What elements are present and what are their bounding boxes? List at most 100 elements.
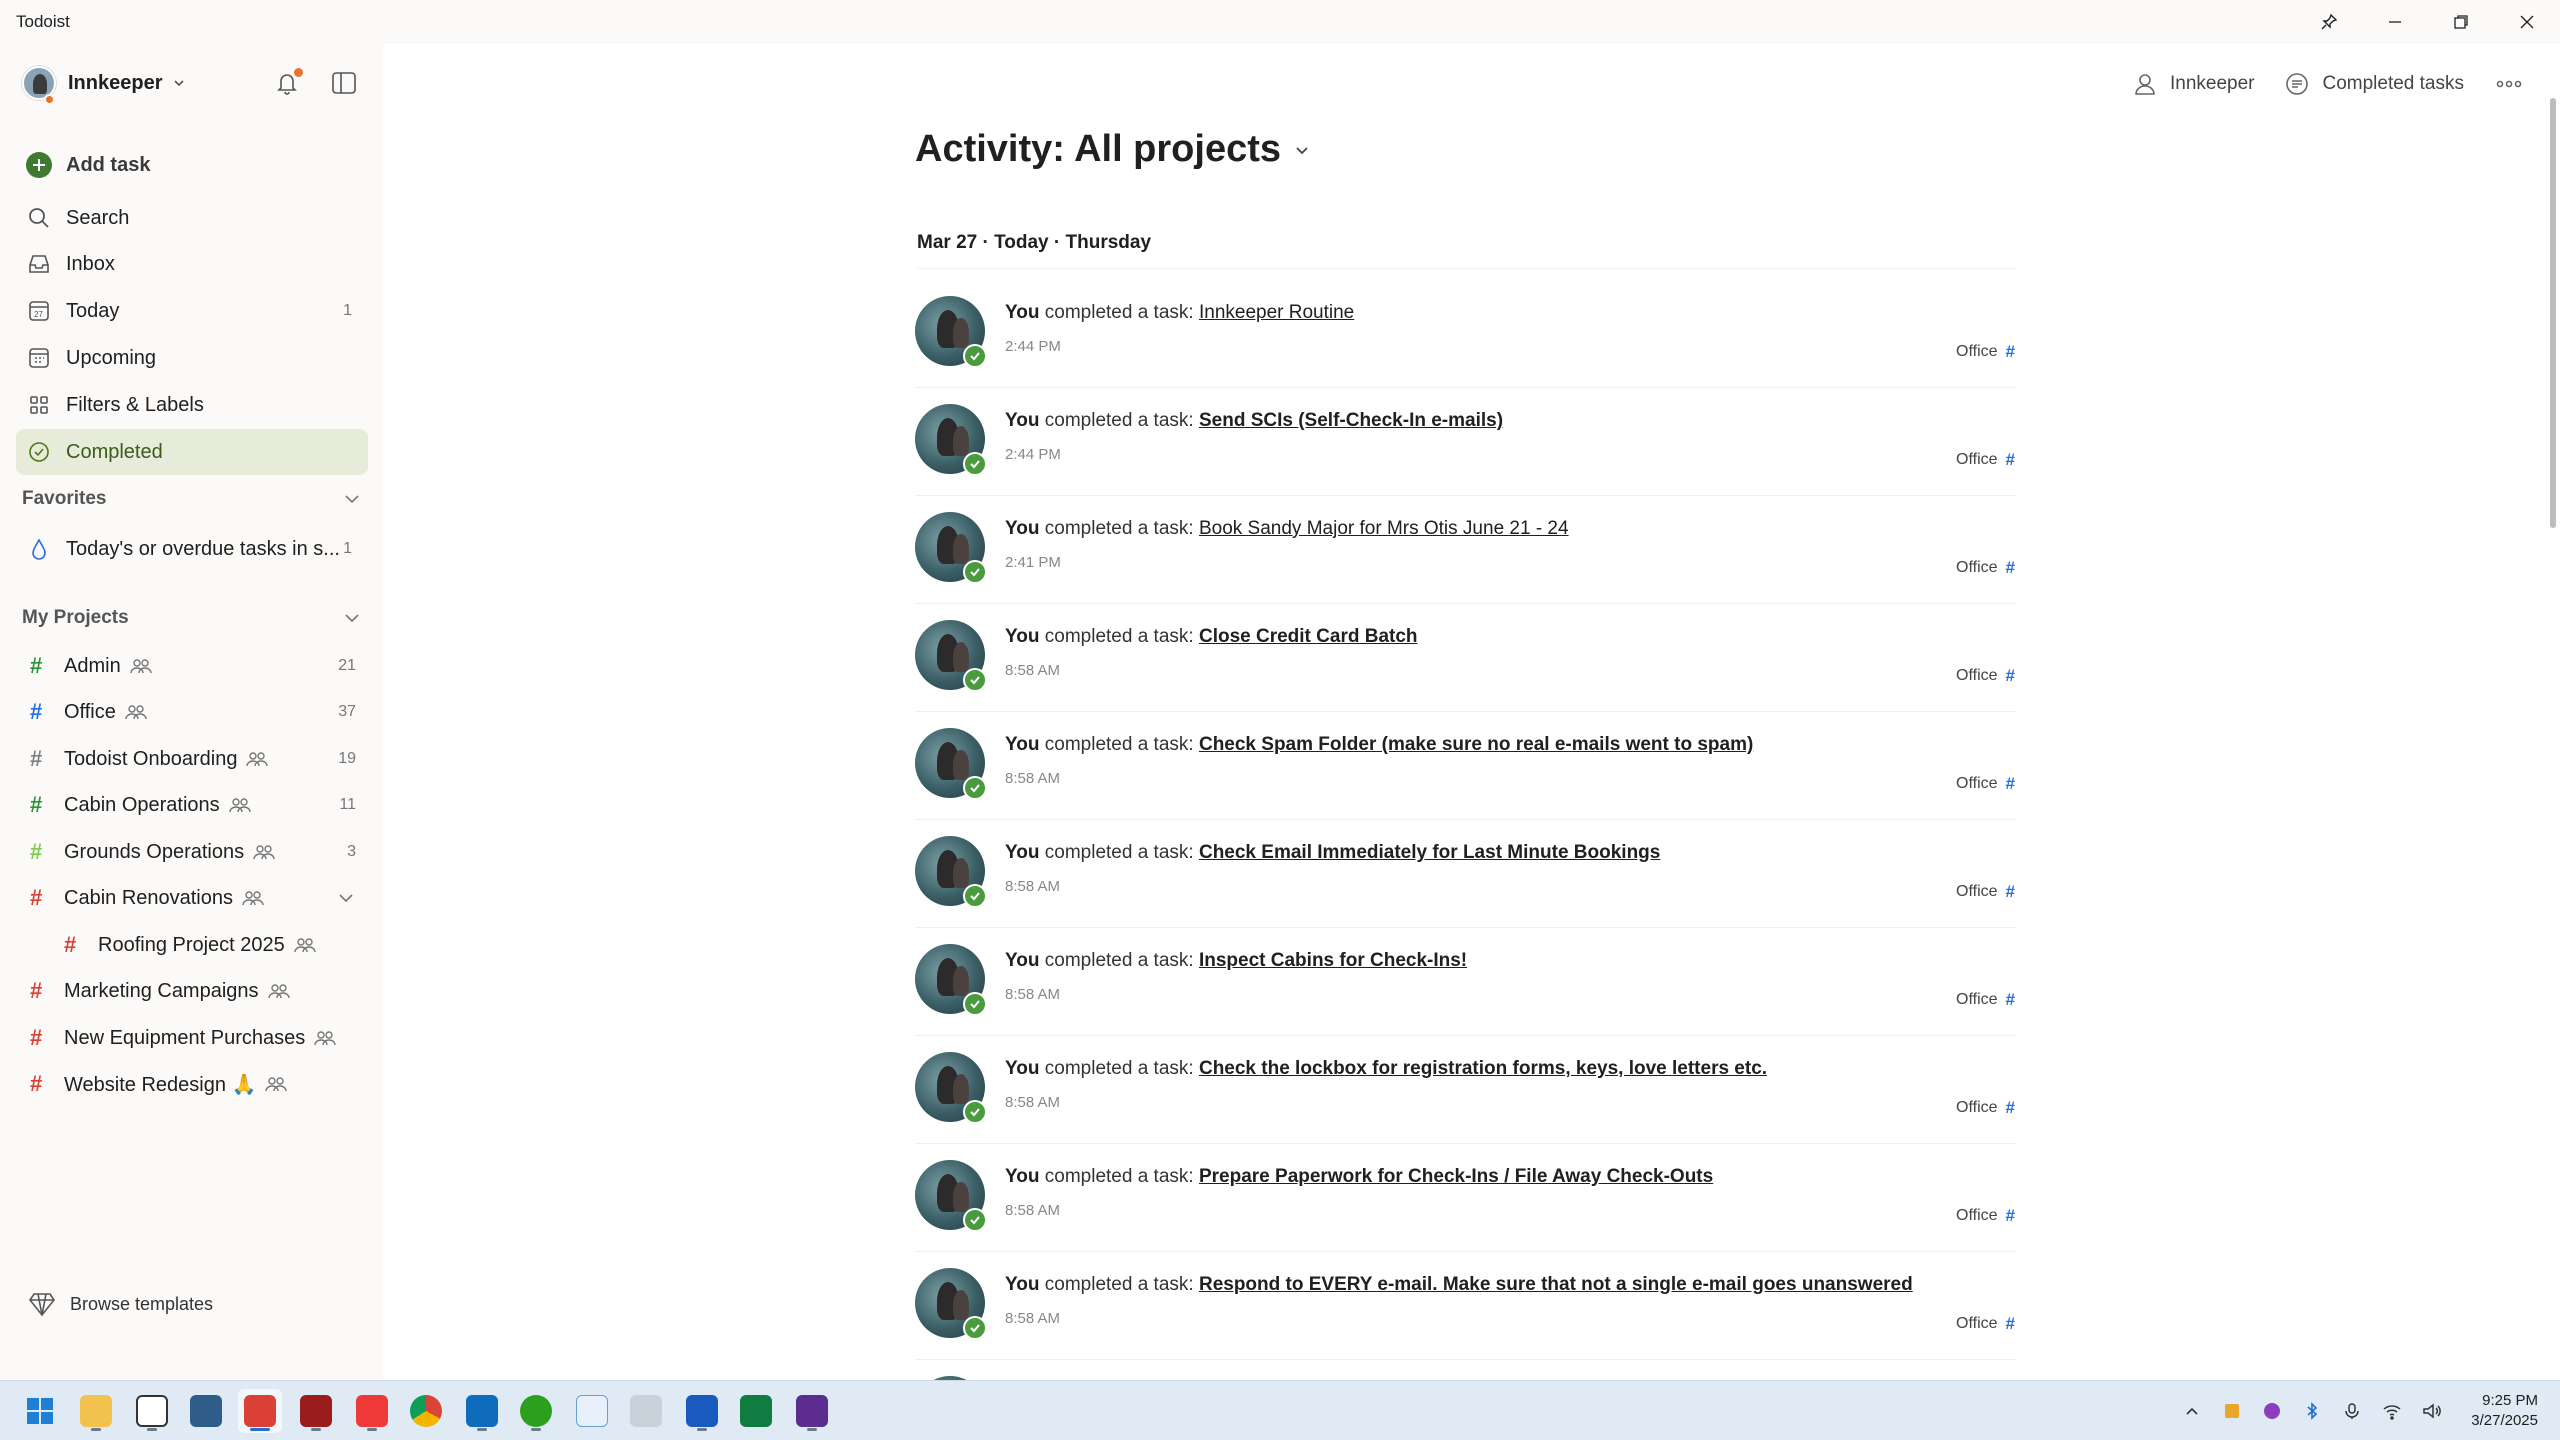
check-icon	[970, 1324, 980, 1333]
bluetooth-icon[interactable]	[2301, 1400, 2323, 1422]
task-link[interactable]: Check Email Immediately for Last Minute …	[1199, 842, 1660, 863]
task-link[interactable]: Respond to EVERY e-mail. Make sure that …	[1199, 1274, 1913, 1295]
close-button[interactable]	[2494, 0, 2560, 44]
task-link[interactable]: Prepare Paperwork for Check-Ins / File A…	[1199, 1166, 1713, 1187]
taskbar-todoist[interactable]	[238, 1389, 282, 1433]
sidebar-item-completed[interactable]: Completed	[16, 429, 368, 475]
taskbar-word[interactable]	[680, 1389, 724, 1433]
scroll-thumb[interactable]	[2550, 98, 2556, 528]
taskbar-app-purple[interactable]	[790, 1389, 834, 1433]
taskbar-outlook[interactable]	[460, 1389, 504, 1433]
sidebar-item-filters-labels[interactable]: Filters & Labels	[16, 382, 368, 428]
sidebar-item-search[interactable]: Search	[16, 195, 368, 241]
project-label: Roofing Project 2025	[98, 933, 285, 956]
hash-icon: #	[30, 1071, 43, 1096]
chevron-down-icon[interactable]	[336, 888, 356, 908]
completed-badge	[963, 1316, 987, 1340]
favorites-heading[interactable]: Favorites	[22, 488, 362, 510]
project-item-website-redesign[interactable]: # Website Redesign 🙏	[16, 1062, 368, 1106]
taskbar-app-red[interactable]	[294, 1389, 338, 1433]
project-item-roofing-project-2025[interactable]: # Roofing Project 2025	[50, 923, 368, 967]
activity-project-link[interactable]: Office #	[1956, 1206, 2015, 1226]
taskbar-snipping-tool[interactable]	[570, 1389, 614, 1433]
restore-button[interactable]	[2428, 0, 2494, 44]
sidebar-item-today[interactable]: 27 Today 1	[16, 288, 368, 334]
user-filter-button[interactable]: Innkeeper	[2132, 71, 2254, 97]
user-menu[interactable]: Innkeeper	[0, 44, 383, 122]
sidebar-toggle-icon[interactable]	[330, 70, 358, 96]
shared-icon	[265, 1077, 288, 1092]
microphone-icon[interactable]	[2341, 1400, 2363, 1422]
activity-project-link[interactable]: Office #	[1956, 666, 2015, 686]
project-item-cabin-renovations[interactable]: # Cabin Renovations	[16, 876, 368, 920]
clock-date: 3/27/2025	[2471, 1412, 2538, 1429]
taskbar-file-explorer[interactable]	[74, 1389, 118, 1433]
task-link[interactable]: Book Sandy Major for Mrs Otis June 21 - …	[1199, 518, 1569, 539]
system-clock[interactable]: 9:25 PM 3/27/2025	[2471, 1391, 2538, 1431]
start-button[interactable]	[18, 1389, 62, 1433]
chevron-up-icon[interactable]	[2181, 1400, 2203, 1422]
browse-templates-link[interactable]: Browse templates	[28, 1290, 213, 1318]
activity-project-link[interactable]: Office #	[1956, 1314, 2015, 1334]
project-item-todoist-onboarding[interactable]: # Todoist Onboarding 19	[16, 737, 368, 781]
activity-project-link[interactable]: Office #	[1956, 558, 2015, 578]
speaker-icon[interactable]	[2421, 1400, 2443, 1422]
activity-project-link[interactable]: Office #	[1956, 450, 2015, 470]
project-item-marketing-campaigns[interactable]: # Marketing Campaigns	[16, 969, 368, 1013]
taskbar-vivaldi[interactable]	[350, 1389, 394, 1433]
project-item-new-equipment-purchases[interactable]: # New Equipment Purchases	[16, 1016, 368, 1060]
activity-project-link[interactable]: Office #	[1956, 990, 2015, 1010]
shared-icon	[253, 845, 275, 860]
activity-row: You completed a task: Innkeeper Routine 2…	[915, 280, 2015, 388]
project-item-admin[interactable]: # Admin 21	[16, 644, 368, 688]
project-count: 11	[339, 796, 356, 813]
my-projects-heading[interactable]: My Projects	[22, 607, 362, 629]
taskbar-chatgpt[interactable]	[130, 1389, 174, 1433]
activity-actor: You	[1005, 302, 1040, 323]
completed-tasks-button[interactable]: Completed tasks	[2284, 71, 2464, 97]
activity-project-link[interactable]: Office #	[1956, 342, 2015, 362]
page-title[interactable]: Activity: All projects	[915, 128, 1311, 171]
wifi-icon[interactable]	[2381, 1400, 2403, 1422]
taskbar-quickbooks[interactable]	[514, 1389, 558, 1433]
task-link[interactable]: Check Spam Folder (make sure no real e-m…	[1199, 734, 1753, 755]
tray-app-icon[interactable]	[2261, 1400, 2283, 1422]
task-link[interactable]: Close Credit Card Batch	[1199, 626, 1418, 647]
activity-action: completed a task:	[1044, 1058, 1194, 1079]
check-icon	[970, 1108, 980, 1117]
user-name: Innkeeper	[68, 71, 163, 94]
taskbar-excel[interactable]	[734, 1389, 778, 1433]
task-link[interactable]: Innkeeper Routine	[1199, 302, 1354, 323]
activity-time: 8:58 AM	[1005, 878, 1061, 895]
taskbar-app-gallery[interactable]	[184, 1389, 228, 1433]
printer-icon	[630, 1395, 662, 1427]
tray-app-icon[interactable]	[2221, 1400, 2243, 1422]
favorite-item[interactable]: Today's or overdue tasks in s... 1	[16, 526, 368, 572]
taskbar-chrome[interactable]	[404, 1389, 448, 1433]
scrollbar[interactable]	[2546, 54, 2560, 1370]
check-icon	[970, 892, 980, 901]
task-link[interactable]: Inspect Cabins for Check-Ins!	[1199, 950, 1467, 971]
project-item-grounds-operations[interactable]: # Grounds Operations 3	[16, 830, 368, 874]
add-task-button[interactable]: Add task	[16, 142, 368, 188]
taskbar-printer[interactable]	[624, 1389, 668, 1433]
more-options-icon[interactable]	[2494, 69, 2524, 99]
task-link[interactable]: Send SCIs (Self-Check-In e-mails)	[1199, 410, 1503, 431]
project-name: Office	[1956, 1315, 1998, 1332]
favorites-heading-label: Favorites	[22, 488, 107, 509]
minimize-button[interactable]	[2362, 0, 2428, 44]
completed-badge	[963, 1208, 987, 1232]
activity-project-link[interactable]: Office #	[1956, 882, 2015, 902]
activity-text: You completed a task: Inspect Cabins for…	[1005, 950, 1467, 972]
project-item-office[interactable]: # Office 37	[16, 690, 368, 734]
activity-project-link[interactable]: Office #	[1956, 1098, 2015, 1118]
svg-text:27: 27	[34, 310, 43, 319]
project-item-cabin-operations[interactable]: # Cabin Operations 11	[16, 783, 368, 827]
sidebar-item-inbox[interactable]: Inbox	[16, 241, 368, 287]
task-link[interactable]: Check the lockbox for registration forms…	[1199, 1058, 1767, 1079]
project-label: Marketing Campaigns	[64, 979, 259, 1002]
pin-button[interactable]	[2296, 0, 2362, 44]
activity-project-link[interactable]: Office #	[1956, 774, 2015, 794]
sidebar-item-upcoming[interactable]: Upcoming	[16, 335, 368, 381]
activity-text: You completed a task: Check the lockbox …	[1005, 1058, 1767, 1080]
